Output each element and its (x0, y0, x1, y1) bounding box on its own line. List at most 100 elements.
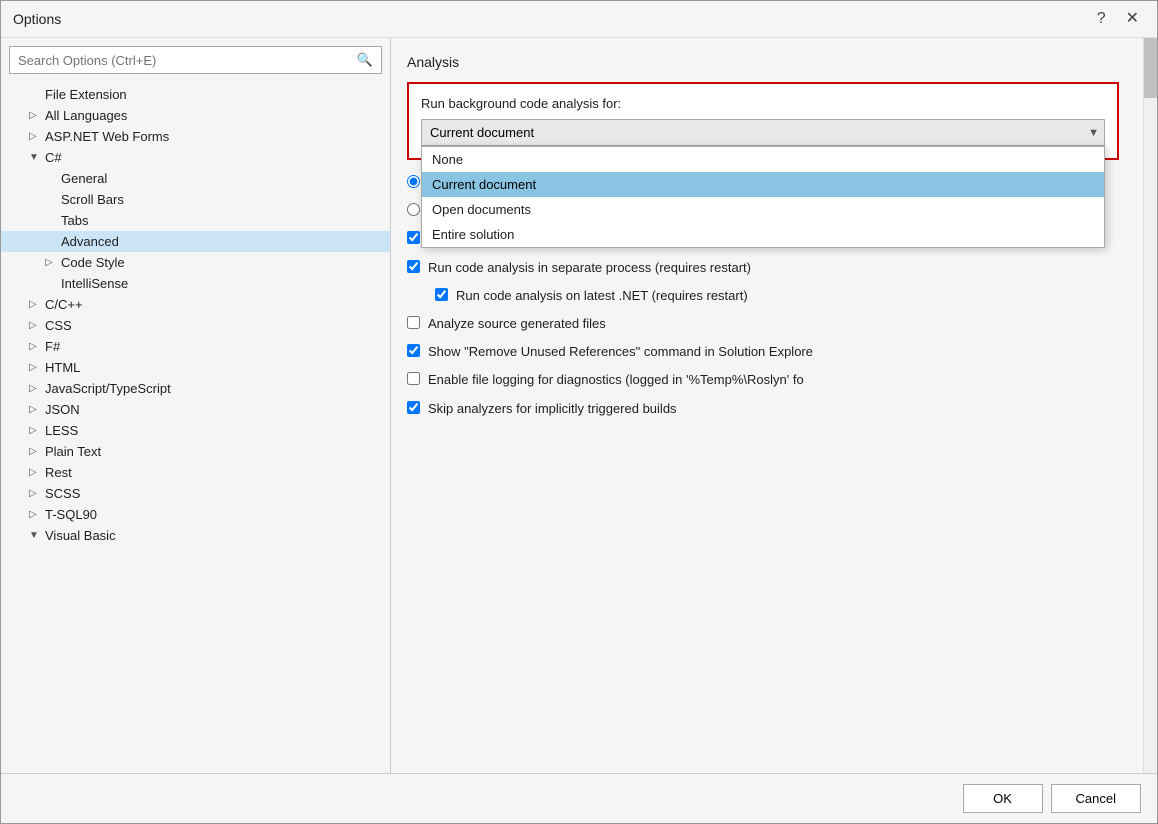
source-generated-label: Analyze source generated files (428, 315, 606, 333)
tree-label-fsharp: F# (45, 339, 60, 354)
tree-item-csharp-codestyle[interactable]: ▷ Code Style (1, 252, 390, 273)
tree-item-csharp[interactable]: ▼ C# (1, 147, 390, 168)
skip-analyzers-checkbox[interactable] (407, 401, 420, 414)
separate-process-label: Run code analysis in separate process (r… (428, 259, 751, 277)
tree-label-csharp: C# (45, 150, 62, 165)
remove-unused-label: Show "Remove Unused References" command … (428, 343, 813, 361)
tree-item-scss[interactable]: ▷ SCSS (1, 483, 390, 504)
tree-label-plain-text: Plain Text (45, 444, 101, 459)
tree-label-csharp-tabs: Tabs (61, 213, 88, 228)
tree-item-all-languages[interactable]: ▷All Languages (1, 105, 390, 126)
tree-label-scss: SCSS (45, 486, 80, 501)
tree-item-csharp-scrollbars[interactable]: Scroll Bars (1, 189, 390, 210)
file-logging-row: Enable file logging for diagnostics (log… (407, 371, 1119, 389)
tree-item-csharp-general[interactable]: General (1, 168, 390, 189)
tree-label-tsql90: T-SQL90 (45, 507, 97, 522)
scrollbar-thumb[interactable] (1144, 38, 1157, 98)
tree-arrow-html: ▷ (29, 362, 41, 373)
tree-item-html[interactable]: ▷ HTML (1, 357, 390, 378)
close-button[interactable]: ✕ (1120, 9, 1145, 29)
tree-arrow-cppcpp: ▷ (29, 299, 41, 310)
tree-item-rest[interactable]: ▷Rest (1, 462, 390, 483)
tree-item-visual-basic[interactable]: ▼ Visual Basic (1, 525, 390, 546)
dropdown-option-none[interactable]: None (422, 147, 1104, 172)
tree-label-visual-basic: Visual Basic (45, 528, 116, 543)
radio-end-of-line[interactable] (407, 175, 420, 188)
title-bar: Options ? ✕ (1, 1, 1157, 38)
tree-arrow-csharp-codestyle: ▷ (45, 257, 57, 268)
dropdown-option-entire-solution[interactable]: Entire solution (422, 222, 1104, 247)
tree-label-cppcpp: C/C++ (45, 297, 83, 312)
right-scrollbar[interactable] (1143, 38, 1157, 773)
tree-label-javascript-typescript: JavaScript/TypeScript (45, 381, 171, 396)
remove-unused-checkbox[interactable] (407, 344, 420, 357)
tree-label-rest: Rest (45, 465, 72, 480)
tree-item-json[interactable]: ▷ JSON (1, 399, 390, 420)
tree-label-file-extension: File Extension (45, 87, 127, 102)
dialog-body: 🔍 File Extension▷All Languages▷ASP.NET W… (1, 38, 1157, 773)
tree-label-csharp-advanced: Advanced (61, 234, 119, 249)
tree-item-csharp-tabs[interactable]: Tabs (1, 210, 390, 231)
file-logging-checkbox[interactable] (407, 372, 420, 385)
tree-item-javascript-typescript[interactable]: ▷ JavaScript/TypeScript (1, 378, 390, 399)
section-title: Analysis (407, 54, 1119, 70)
tree-arrow-aspnet-web-forms: ▷ (29, 131, 41, 142)
tree-label-csharp-codestyle: Code Style (61, 255, 125, 270)
dialog-title: Options (13, 11, 61, 27)
tree-item-tsql90[interactable]: ▷T-SQL90 (1, 504, 390, 525)
tree-arrow-csharp: ▼ (29, 152, 41, 163)
tree-label-csharp-scrollbars: Scroll Bars (61, 192, 124, 207)
tree-label-aspnet-web-forms: ASP.NET Web Forms (45, 129, 169, 144)
dropdown-label: Run background code analysis for: (421, 96, 1105, 111)
tree-arrow-plain-text: ▷ (29, 446, 41, 457)
dropdown-option-current-document[interactable]: Current document (422, 172, 1104, 197)
options-dialog: Options ? ✕ 🔍 File Extension▷All Languag… (0, 0, 1158, 824)
right-panel: Analysis Run background code analysis fo… (391, 38, 1157, 773)
tree-arrow-visual-basic: ▼ (29, 530, 41, 541)
cancel-button[interactable]: Cancel (1051, 784, 1141, 813)
tree-label-csharp-general: General (61, 171, 107, 186)
tree-item-css[interactable]: ▷CSS (1, 315, 390, 336)
ok-button[interactable]: OK (963, 784, 1043, 813)
tree-item-aspnet-web-forms[interactable]: ▷ ASP.NET Web Forms (1, 126, 390, 147)
latest-net-checkbox[interactable] (435, 288, 448, 301)
dropdown-popup: NoneCurrent documentOpen documentsEntire… (421, 146, 1105, 248)
tree-item-less[interactable]: ▷LESS (1, 420, 390, 441)
tree-arrow-css: ▷ (29, 320, 41, 331)
file-logging-label: Enable file logging for diagnostics (log… (428, 371, 804, 389)
latest-net-label: Run code analysis on latest .NET (requir… (456, 287, 748, 305)
bottom-bar: OK Cancel (1, 773, 1157, 823)
tree-arrow-scss: ▷ (29, 488, 41, 499)
analysis-dropdown[interactable]: NoneCurrent documentOpen documentsEntire… (421, 119, 1105, 146)
analysis-dropdown-section: Run background code analysis for: NoneCu… (407, 82, 1119, 160)
dropdown-option-open-documents[interactable]: Open documents (422, 197, 1104, 222)
skip-analyzers-label: Skip analyzers for implicitly triggered … (428, 400, 677, 418)
help-button[interactable]: ? (1091, 9, 1112, 29)
tree-item-csharp-advanced[interactable]: Advanced (1, 231, 390, 252)
separate-process-row: Run code analysis in separate process (r… (407, 259, 1119, 277)
search-box: 🔍 (9, 46, 382, 74)
search-icon: 🔍 (349, 47, 381, 73)
tree-item-csharp-intellisense[interactable]: IntelliSense (1, 273, 390, 294)
tree-item-fsharp[interactable]: ▷ F# (1, 336, 390, 357)
tree-arrow-less: ▷ (29, 425, 41, 436)
tree-label-json: JSON (45, 402, 80, 417)
source-generated-checkbox[interactable] (407, 316, 420, 329)
tree-arrow-fsharp: ▷ (29, 341, 41, 352)
radio-right-edge[interactable] (407, 203, 420, 216)
latest-net-row: Run code analysis on latest .NET (requir… (407, 287, 1119, 305)
tree-arrow-json: ▷ (29, 404, 41, 415)
right-content: Analysis Run background code analysis fo… (391, 38, 1143, 773)
separate-process-checkbox[interactable] (407, 260, 420, 273)
source-generated-row: Analyze source generated files (407, 315, 1119, 333)
left-panel: 🔍 File Extension▷All Languages▷ASP.NET W… (1, 38, 391, 773)
search-input[interactable] (10, 48, 349, 73)
tree-label-all-languages: All Languages (45, 108, 127, 123)
tree-item-plain-text[interactable]: ▷ Plain Text (1, 441, 390, 462)
tree-item-cppcpp[interactable]: ▷ C/C++ (1, 294, 390, 315)
tree-item-file-extension[interactable]: File Extension (1, 84, 390, 105)
tree-label-html: HTML (45, 360, 80, 375)
tree-arrow-javascript-typescript: ▷ (29, 383, 41, 394)
pull-diagnostics-checkbox[interactable] (407, 231, 420, 244)
options-tree: File Extension▷All Languages▷ASP.NET Web… (1, 82, 390, 773)
